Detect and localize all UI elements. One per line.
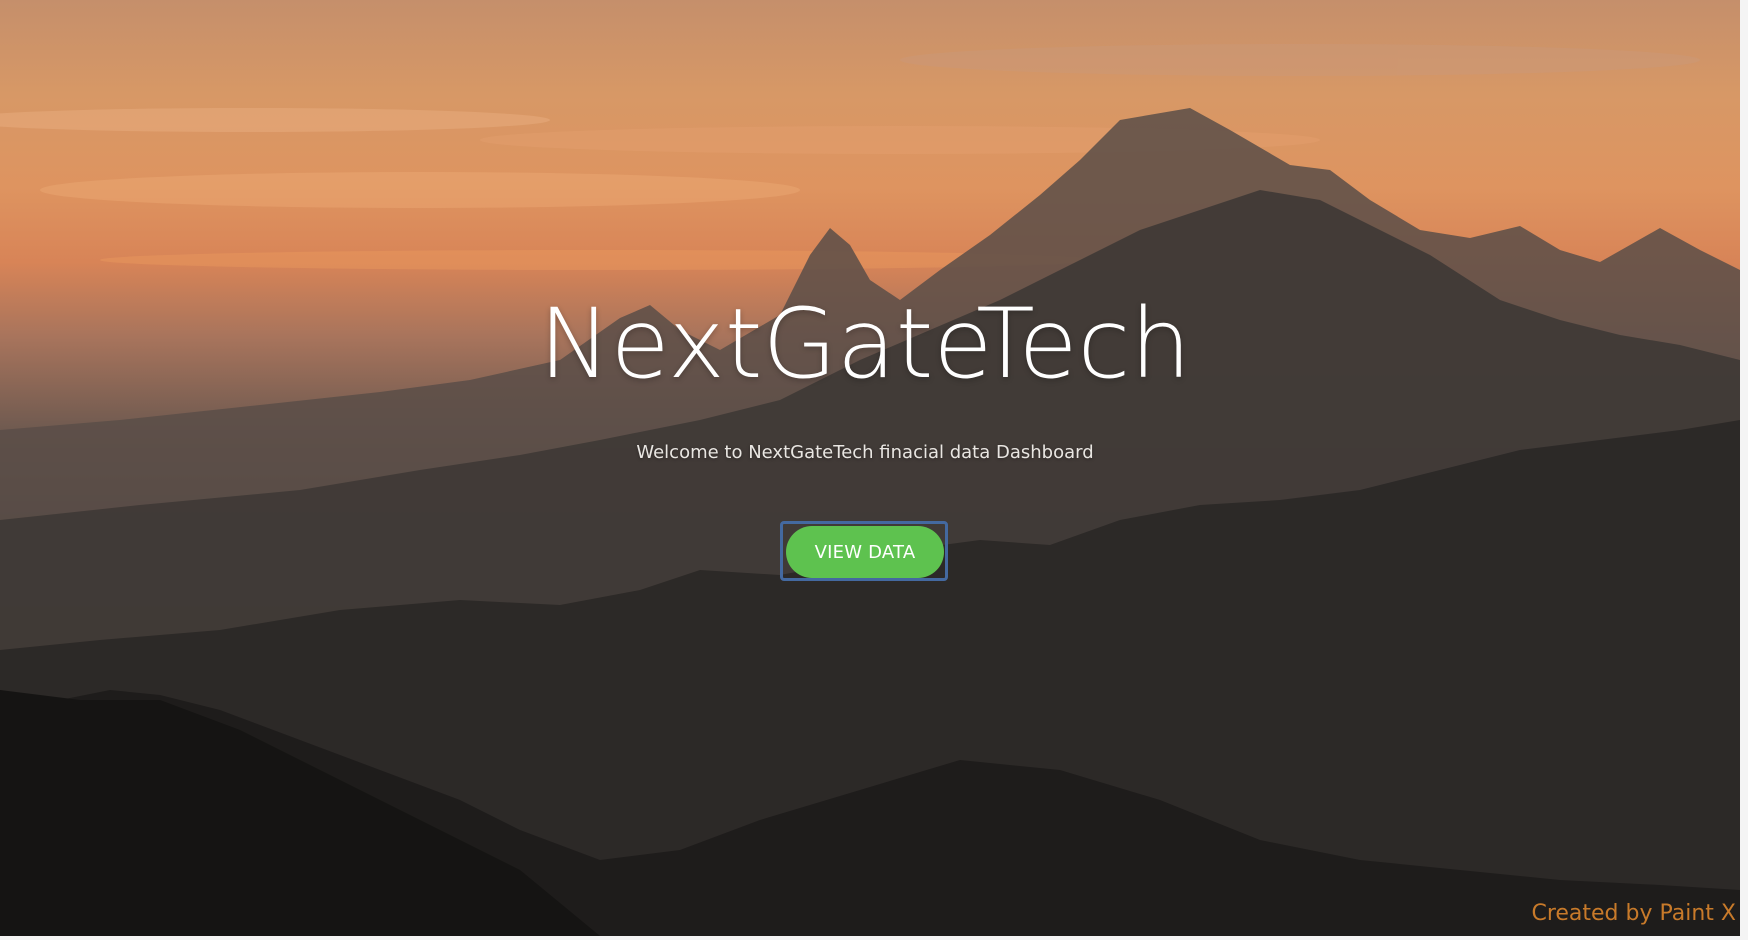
window-bottom-border — [0, 936, 1748, 940]
view-data-focus-ring: VIEW DATA — [780, 521, 948, 581]
mountain-sunset-photo — [0, 44, 1740, 936]
watermark-text: Created by Paint X — [1531, 901, 1736, 926]
page-title: NextGateTech — [538, 288, 1192, 400]
view-data-button[interactable]: VIEW DATA — [786, 526, 944, 578]
landing-page: NextGateTech Welcome to NextGateTech fin… — [0, 0, 1748, 940]
hero-background: NextGateTech Welcome to NextGateTech fin… — [0, 0, 1740, 936]
welcome-subtitle: Welcome to NextGateTech finacial data Da… — [636, 442, 1094, 463]
window-right-border — [1740, 0, 1748, 940]
